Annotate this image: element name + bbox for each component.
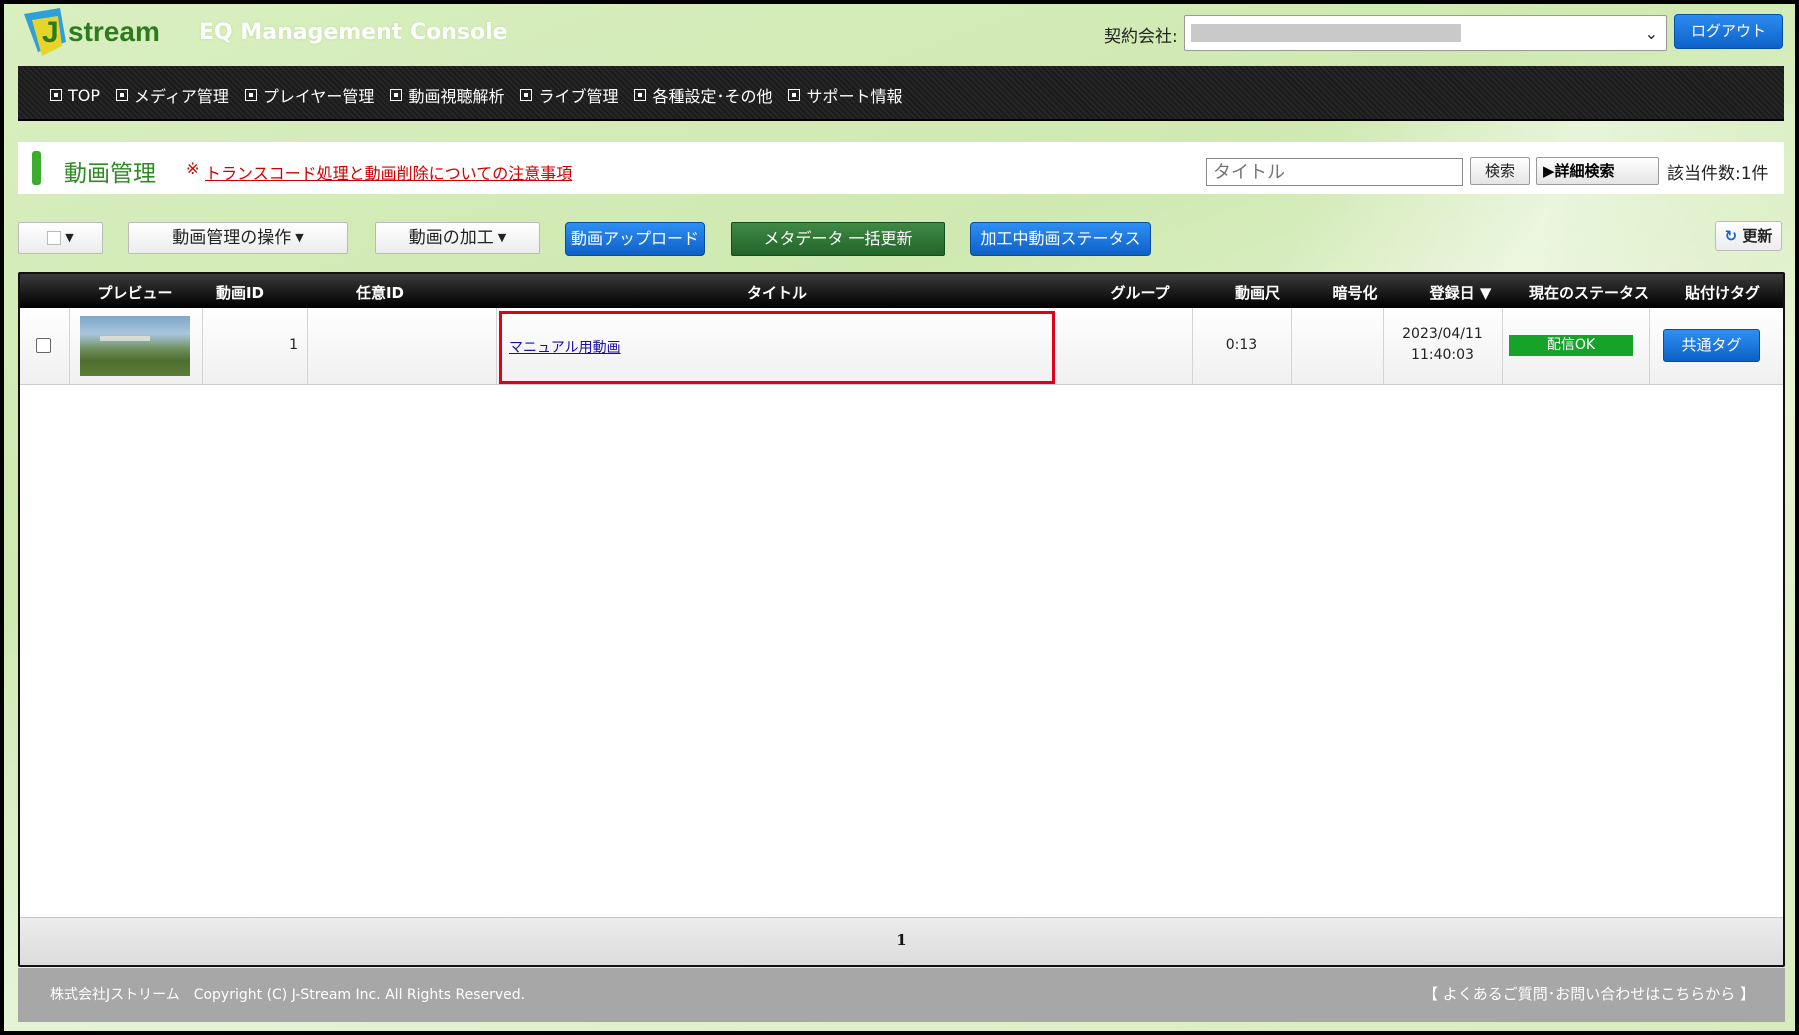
nav-item-support[interactable]: サポート情報: [788, 83, 903, 107]
manage-ops-dropdown[interactable]: 動画管理の操作 ▼: [128, 222, 348, 254]
row-select-checkbox[interactable]: [36, 338, 51, 353]
nav-item-label: ライブ管理: [538, 87, 619, 106]
table-header: プレビュー 動画ID 任意ID タイトル グループ 動画尺 暗号化 登録日 ▼ …: [20, 274, 1783, 308]
common-tag-button[interactable]: 共通タグ: [1663, 329, 1760, 362]
manage-ops-label: 動画管理の操作: [172, 228, 292, 248]
result-count: 該当件数:1件: [1667, 164, 1769, 184]
col-divider: [307, 308, 308, 385]
nav-bullet-icon: [520, 89, 533, 101]
footer: 株式会社Jストリーム Copyright (C) J-Stream Inc. A…: [18, 968, 1785, 1022]
nav-item-label: メディア管理: [134, 87, 229, 106]
col-custom-id[interactable]: 任意ID: [310, 282, 450, 303]
col-duration[interactable]: 動画尺: [1210, 282, 1305, 303]
col-embed-tag: 貼付けタグ: [1684, 284, 1760, 302]
nav-item-live[interactable]: ライブ管理: [520, 83, 618, 107]
col-divider: [1291, 308, 1292, 385]
contract-select[interactable]: ⌄: [1184, 15, 1667, 51]
nav-item-label: 各種設定･その他: [652, 87, 773, 106]
nav-item-media[interactable]: メディア管理: [116, 83, 229, 107]
registered-time-cell: 11:40:03: [1411, 347, 1474, 363]
advanced-search-button[interactable]: ▶詳細検索: [1536, 157, 1659, 185]
metadata-bulk-update-button[interactable]: メタデータ 一括更新: [731, 222, 945, 256]
select-all-checkbox-icon: [47, 231, 62, 245]
nav-bullet-icon: [788, 89, 801, 101]
nav-item-label: サポート情報: [806, 87, 903, 106]
nav-item-label: 動画視聴解析: [408, 87, 505, 106]
nav-bullet-icon: [634, 89, 647, 101]
nav-item-settings[interactable]: 各種設定･その他: [634, 83, 772, 107]
chevron-down-icon: ⌄: [1644, 24, 1658, 43]
col-status[interactable]: 現在のステータス: [1520, 282, 1658, 303]
svg-text:J: J: [42, 16, 59, 49]
copyright-text: 株式会社Jストリーム Copyright (C) J-Stream Inc. A…: [50, 987, 526, 1003]
jstream-logo[interactable]: J stream: [20, 6, 180, 64]
video-id-cell: 1: [289, 337, 298, 353]
col-divider: [69, 308, 70, 385]
registered-date-cell: 2023/04/11: [1402, 326, 1483, 342]
nav-item-top[interactable]: TOP: [50, 83, 100, 107]
page-number-current[interactable]: 1: [20, 931, 1783, 949]
notice-mark: ※: [186, 159, 200, 178]
duration-cell: 0:13: [1225, 337, 1258, 353]
contract-label: 契約会社:: [1104, 27, 1178, 47]
col-encryption[interactable]: 暗号化: [1310, 282, 1400, 303]
nav-bullet-icon: [50, 89, 62, 101]
nav-item-label: プレイヤー管理: [262, 87, 375, 106]
processing-label: 動画の加工: [408, 228, 494, 248]
console-title: EQ Management Console: [199, 20, 508, 45]
caret-down-icon: ▼: [497, 231, 507, 244]
col-divider: [1502, 308, 1503, 385]
col-title[interactable]: タイトル: [499, 282, 1055, 303]
pagination: 1: [20, 917, 1783, 965]
logout-button[interactable]: ログアウト: [1674, 14, 1783, 49]
upload-button[interactable]: 動画アップロード: [565, 222, 705, 256]
col-video-id[interactable]: 動画ID: [200, 282, 280, 303]
processing-status-button[interactable]: 加工中動画ステータス: [970, 222, 1151, 256]
col-group[interactable]: グループ: [1080, 282, 1200, 303]
redacted-contract-name: [1191, 24, 1461, 42]
title-search-input[interactable]: [1206, 158, 1463, 186]
nav-bullet-icon: [390, 89, 403, 101]
status-badge: 配信OK: [1509, 335, 1633, 356]
nav-item-player[interactable]: プレイヤー管理: [244, 83, 375, 107]
table-row: 1 マニュアル用動画 0:13 2023/04/11 11:40:03 配信OK…: [20, 308, 1783, 385]
main-nav: TOP メディア管理 プレイヤー管理 動画視聴解析 ライブ管理 各種設定･その他…: [18, 66, 1784, 121]
transcode-notice-link[interactable]: トランスコード処理と動画削除についての注意事項: [205, 160, 572, 184]
caret-down-icon: ▼: [295, 231, 304, 244]
nav-bullet-icon: [116, 89, 129, 101]
refresh-label: 更新: [1742, 227, 1773, 245]
col-divider: [496, 308, 497, 385]
caret-down-icon: ▼: [65, 231, 74, 244]
search-button[interactable]: 検索: [1470, 157, 1530, 185]
page-title-bar: 動画管理 ※ トランスコード処理と動画削除についての注意事項 検索 ▶詳細検索 …: [18, 142, 1784, 194]
faq-contact-link[interactable]: 【 よくあるご質問･お問い合わせはこちらから 】: [1423, 983, 1755, 1004]
processing-dropdown[interactable]: 動画の加工 ▼: [375, 222, 540, 254]
title-accent-bar: [32, 151, 41, 185]
refresh-button[interactable]: ↻ 更新: [1715, 221, 1782, 251]
col-registered[interactable]: 登録日 ▼: [1403, 282, 1518, 303]
video-title-link[interactable]: マニュアル用動画: [509, 337, 621, 357]
app-window: J stream EQ Management Console 契約会社: ⌄ ロ…: [4, 4, 1795, 1031]
video-table-panel: プレビュー 動画ID 任意ID タイトル グループ 動画尺 暗号化 登録日 ▼ …: [18, 272, 1785, 967]
page-title: 動画管理: [64, 161, 156, 187]
col-divider: [1649, 308, 1650, 385]
nav-bullet-icon: [244, 89, 257, 101]
nav-item-label: TOP: [68, 85, 101, 105]
refresh-icon: ↻: [1724, 227, 1738, 245]
video-thumbnail[interactable]: [80, 316, 190, 376]
svg-text:stream: stream: [68, 16, 160, 47]
bulk-select-dropdown[interactable]: ▼: [18, 222, 103, 254]
col-preview: プレビュー: [97, 284, 173, 302]
nav-item-analytics[interactable]: 動画視聴解析: [390, 83, 504, 107]
